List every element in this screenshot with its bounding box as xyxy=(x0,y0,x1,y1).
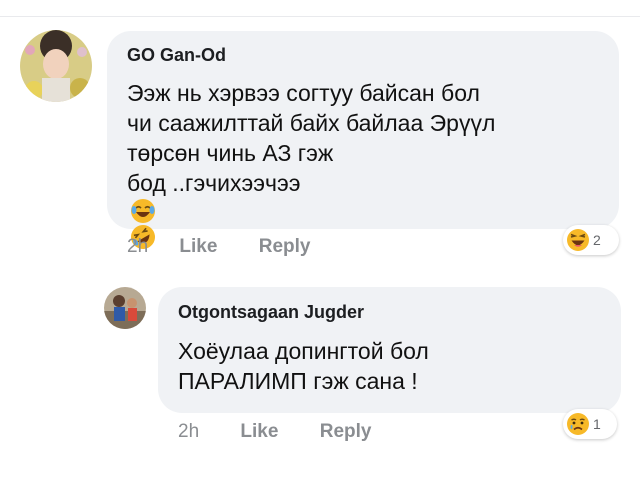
reply-author[interactable]: Otgontsagaan Jugder xyxy=(178,302,364,323)
like-button[interactable]: Like xyxy=(179,236,217,257)
reaction-summary[interactable]: 1 xyxy=(563,409,617,439)
reaction-count: 1 xyxy=(593,416,601,432)
comment-time[interactable]: 2h xyxy=(127,236,148,257)
reply-button[interactable]: Reply xyxy=(259,236,311,257)
avatar[interactable] xyxy=(20,30,92,102)
comment-line: төрсөн чинь АЗ гэж xyxy=(127,140,334,166)
top-divider xyxy=(0,16,640,17)
reply-actions: 2h Like Reply xyxy=(178,421,371,443)
comment-line: Ээж нь хэрвээ согтуу байсан бол xyxy=(127,80,480,106)
laughing-tears-emoji xyxy=(130,198,156,224)
comment-text: Ээж нь хэрвээ согтуу байсан бол чи саажи… xyxy=(127,78,495,250)
reply-line: ПАРАЛИМП гэж сана ! xyxy=(178,368,418,394)
comment-author[interactable]: GO Gan-Od xyxy=(127,45,226,66)
comment-line: бод ..гэчихээчээ xyxy=(127,170,301,196)
sad-reaction-icon xyxy=(566,412,590,436)
reaction-count: 2 xyxy=(593,232,601,248)
haha-reaction-icon xyxy=(566,228,590,252)
comment-line: чи саажилттай байх байлаа Эрүүл xyxy=(127,110,496,136)
reply-time[interactable]: 2h xyxy=(178,421,199,442)
avatar[interactable] xyxy=(104,287,146,329)
reply-line: Хоёулаа допингтой бол xyxy=(178,338,429,364)
reply-button[interactable]: Reply xyxy=(320,421,372,442)
comment-actions: 2h Like Reply xyxy=(127,236,310,258)
reaction-summary[interactable]: 2 xyxy=(563,225,619,255)
like-button[interactable]: Like xyxy=(240,421,278,442)
reply-text: Хоёулаа допингтой бол ПАРАЛИМП гэж сана … xyxy=(178,336,429,396)
